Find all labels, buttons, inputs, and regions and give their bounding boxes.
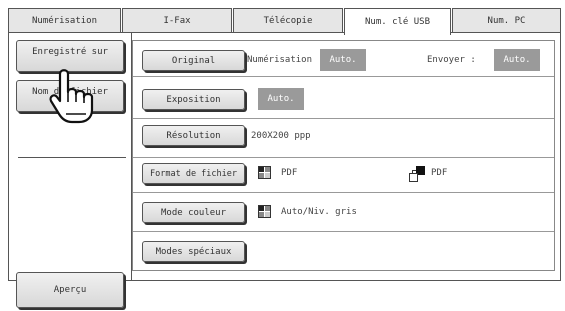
file-format-button[interactable]: Format de fichier: [142, 163, 245, 184]
scan-size-text: Auto.: [329, 55, 357, 65]
resolution-label: Résolution: [166, 130, 221, 141]
send-size-value: Auto.: [494, 49, 540, 71]
color-grid-icon: [258, 205, 271, 218]
original-label: Original: [171, 55, 216, 66]
row-separator: [133, 157, 554, 158]
row-separator: [133, 192, 554, 193]
tab-ifax[interactable]: I-Fax: [122, 8, 232, 33]
saved-to-label: Enregistré sur: [32, 47, 108, 57]
tab-num-pc[interactable]: Num. PC: [452, 8, 561, 33]
preview-label: Aperçu: [53, 285, 87, 295]
exposure-text: Auto.: [267, 94, 295, 104]
exposure-button[interactable]: Exposition: [142, 89, 245, 110]
color-grid-icon: [258, 166, 271, 179]
row-separator: [133, 231, 554, 232]
tab-telecopie[interactable]: Télécopie: [233, 8, 343, 33]
color-mode-button[interactable]: Mode couleur: [142, 202, 245, 223]
special-modes-button[interactable]: Modes spéciaux: [142, 241, 245, 262]
settings-panel: [132, 40, 555, 271]
tab-label: Num. clé USB: [364, 17, 431, 27]
special-modes-label: Modes spéciaux: [155, 246, 232, 257]
exposure-label: Exposition: [166, 94, 221, 105]
original-button[interactable]: Original: [142, 50, 245, 71]
tab-label: Télécopie: [263, 16, 313, 26]
preview-button[interactable]: Aperçu: [16, 272, 124, 308]
scan-size-value: Auto.: [320, 49, 366, 71]
tab-label: Numérisation: [31, 16, 98, 26]
tab-label: Num. PC: [487, 16, 526, 26]
row-separator: [133, 76, 554, 77]
tab-label: I-Fax: [163, 16, 191, 26]
scan-size-label: Numérisation: [247, 55, 313, 65]
tab-num-cle-usb[interactable]: Num. clé USB: [344, 8, 451, 35]
file-format-compact-value: PDF: [431, 168, 448, 178]
resolution-value: 200X200 ppp: [251, 131, 311, 141]
compact-pdf-icon: [409, 166, 425, 182]
left-separator: [18, 157, 126, 158]
row-separator: [133, 118, 554, 119]
color-mode-label: Mode couleur: [160, 207, 227, 218]
resolution-button[interactable]: Résolution: [142, 125, 245, 146]
file-format-label: Format de fichier: [150, 168, 237, 179]
send-size-text: Auto.: [503, 55, 531, 65]
hand-pointer-icon: [49, 69, 94, 124]
file-format-value: PDF: [281, 168, 298, 178]
send-size-label: Envoyer :: [427, 55, 476, 65]
color-mode-value: Auto/Niv. gris: [281, 207, 357, 217]
exposure-value: Auto.: [258, 88, 304, 110]
tab-numerisation[interactable]: Numérisation: [8, 8, 121, 33]
